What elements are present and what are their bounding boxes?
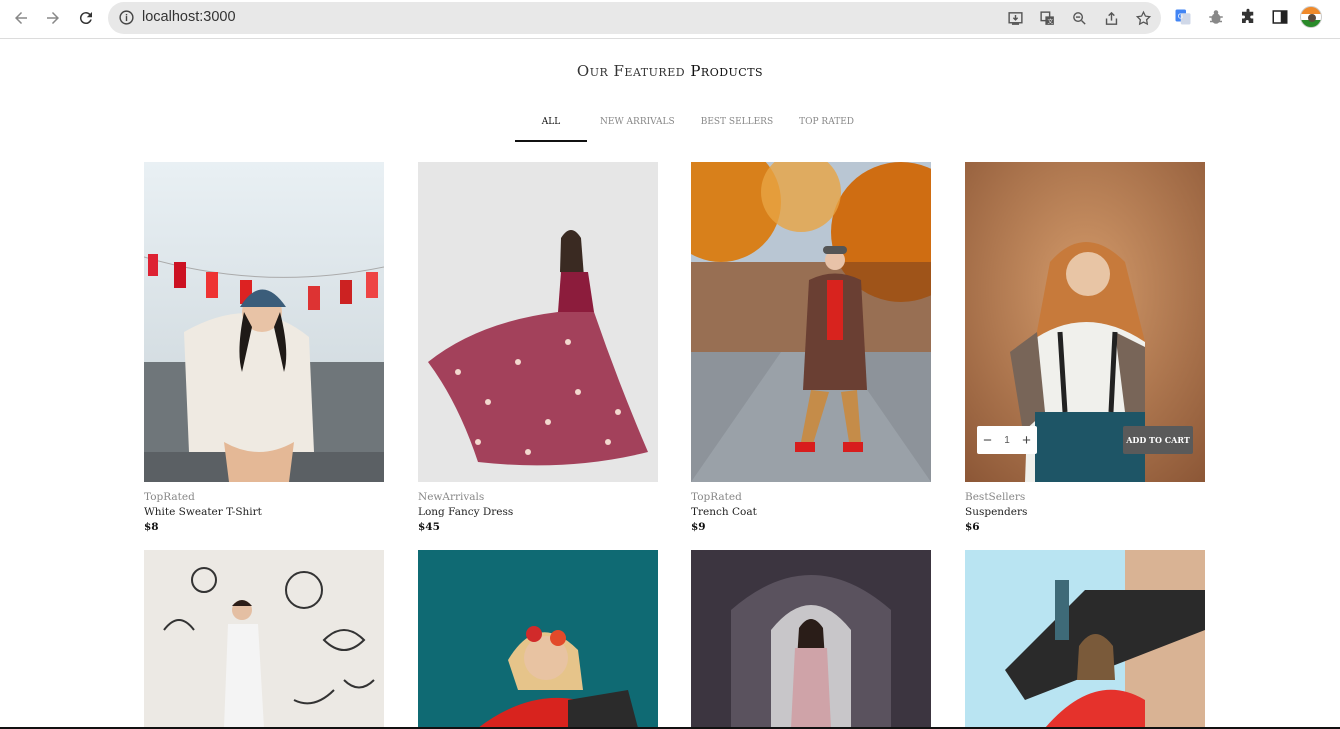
add-to-cart-button[interactable]: ADD TO CART [1123,426,1193,454]
product-card[interactable] [691,550,931,728]
product-image-arcade[interactable] [691,550,931,728]
product-image-sunglasses[interactable] [418,550,658,728]
bug-extension-icon[interactable] [1207,8,1225,26]
decrease-quantity-button[interactable]: − [983,432,992,449]
increase-quantity-button[interactable]: + [1022,432,1031,449]
product-image-trench-coat[interactable] [691,162,931,482]
product-card[interactable]: − 1 + ADD TO CART BestSellers Suspenders… [965,162,1205,535]
back-icon[interactable] [9,6,33,30]
tab-new-arrivals[interactable]: New Arrivals [587,116,688,142]
product-card[interactable]: TopRated Trench Coat $9 [691,162,931,535]
product-price: $9 [691,521,706,533]
product-category: BestSellers [965,491,1026,503]
product-price: $8 [144,521,159,533]
translate-icon[interactable]: 文 [1039,10,1056,27]
product-image-long-fancy-dress[interactable] [418,162,658,482]
product-name[interactable]: Suspenders [965,505,1205,520]
url-text[interactable]: localhost:3000 [142,9,236,25]
product-card[interactable]: NewArrivals Long Fancy Dress $45 [418,162,658,535]
section-title-bold: Products [690,62,764,80]
product-name[interactable]: Trench Coat [691,505,931,520]
install-icon[interactable] [1007,10,1024,27]
browser-toolbar: localhost:3000 文 G [0,0,1340,39]
address-bar[interactable]: localhost:3000 文 [108,2,1161,34]
bookmark-star-icon[interactable] [1135,10,1152,27]
product-category: NewArrivals [418,491,485,503]
product-price: $45 [418,521,440,533]
product-card[interactable] [144,550,384,728]
product-image-suspenders[interactable]: − 1 + ADD TO CART [965,162,1205,482]
quantity-stepper[interactable]: − 1 + [977,426,1037,454]
profile-avatar[interactable] [1300,6,1322,28]
product-card[interactable] [965,550,1205,728]
product-price: $6 [965,521,980,533]
product-name[interactable]: White Sweater T-Shirt [144,505,384,520]
product-name[interactable]: Long Fancy Dress [418,505,658,520]
info-icon[interactable] [118,9,135,26]
forward-icon[interactable] [41,6,65,30]
tab-all[interactable]: All [515,116,587,142]
extensions-puzzle-icon[interactable] [1239,8,1257,26]
tab-top-rated[interactable]: Top Rated [786,116,867,142]
share-icon[interactable] [1103,10,1120,27]
side-panel-icon[interactable] [1271,8,1289,26]
zoom-icon[interactable] [1071,10,1088,27]
product-card[interactable]: TopRated White Sweater T-Shirt $8 [144,162,384,535]
tab-best-sellers[interactable]: Best Sellers [688,116,786,142]
product-image-graffiti-wall[interactable] [144,550,384,728]
product-image-white-sweater[interactable] [144,162,384,482]
google-translate-extension-icon[interactable]: G [1174,8,1192,26]
quantity-value[interactable]: 1 [1004,435,1010,446]
product-category: TopRated [691,491,742,503]
section-title-light: Our Featured [576,62,691,80]
section-title: Our Featured Products [0,62,1340,80]
product-filter-tabs: All New Arrivals Best Sellers Top Rated [515,116,867,142]
product-card[interactable] [418,550,658,728]
svg-text:G: G [1178,13,1183,21]
reload-icon[interactable] [74,6,98,30]
product-category: TopRated [144,491,195,503]
product-image-storefront[interactable] [965,550,1205,728]
